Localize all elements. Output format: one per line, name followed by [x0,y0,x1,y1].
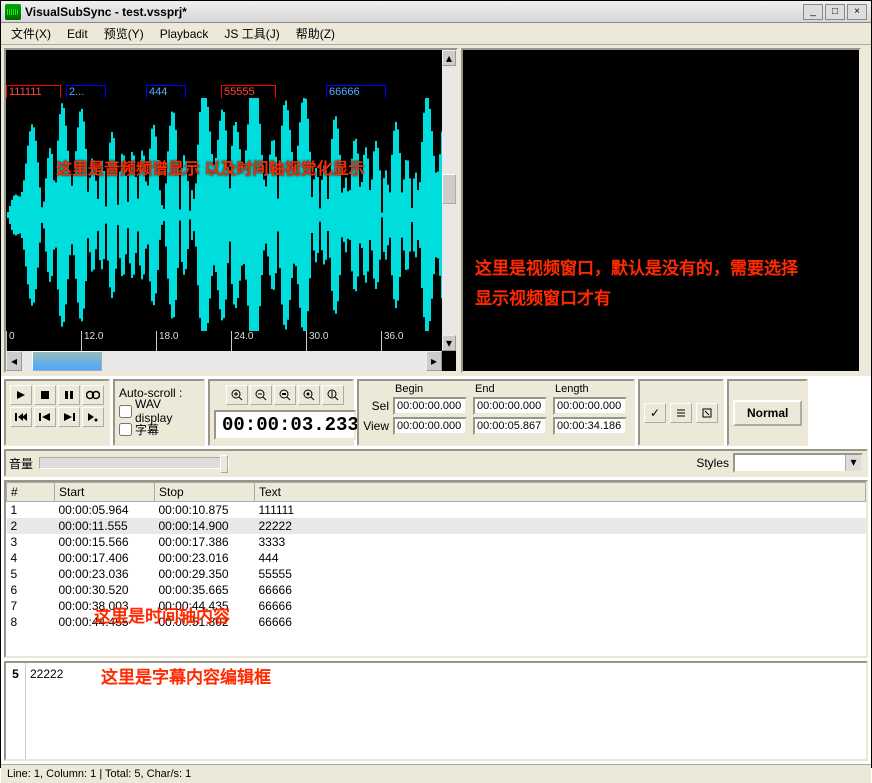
table-row[interactable]: 500:00:23.03600:00:29.35055555 [7,566,866,582]
window-title: VisualSubSync - test.vssprj* [25,5,803,19]
zoom-vertical-button[interactable] [322,385,344,405]
pause-button[interactable] [58,385,80,405]
time-ruler[interactable]: 012.018.024.030.036.0 [6,331,456,351]
end-header: End [473,383,551,395]
ruler-tick: 24.0 [231,331,306,351]
options-icons: ✓ [638,379,724,446]
edit-line-number: 5 [6,663,26,759]
col-stop[interactable]: Stop [155,483,255,502]
view-begin-field[interactable] [393,417,467,435]
scroll-up-icon[interactable]: ▴ [442,50,456,66]
begin-header: Begin [393,383,471,395]
table-row[interactable]: 200:00:11.55500:00:14.90022222 [7,518,866,534]
sel-length-field[interactable] [553,397,627,415]
col-start[interactable]: Start [55,483,155,502]
title-bar: VisualSubSync - test.vssprj* _ □ × [1,1,871,23]
menu-bar: 文件(X)Edit预览(Y)PlaybackJS 工具(J)帮助(Z) [1,23,871,45]
edit-button[interactable] [696,403,718,423]
table-row[interactable]: 300:00:15.56600:00:17.3863333 [7,534,866,550]
video-annotation-1: 这里是视频窗口，默认是没有的，需要选择 [475,255,798,282]
list-annotation: 这里是时间轴内容 [94,602,230,627]
waveform-h-scrollbar[interactable]: ◂ ▸ [6,351,442,371]
styles-label: Styles [696,456,729,470]
close-button[interactable]: × [847,4,867,20]
scroll-left-icon[interactable]: ◂ [6,351,22,371]
loop-button[interactable] [82,385,104,405]
next-frame-button[interactable] [58,407,80,427]
waveform-v-scrollbar[interactable]: ▴ ▾ [442,50,456,351]
editor-annotation: 这里是字幕内容编辑框 [101,663,271,688]
waveform-panel[interactable]: 1111112...4445555566666 这里是音频频谱显示 以及时间轴视… [4,48,458,373]
length-header: Length [553,383,631,395]
col-text[interactable]: Text [255,483,866,502]
transport-controls [4,379,110,446]
menu-x[interactable]: 文件(X) [5,23,57,44]
menu-edit[interactable]: Edit [61,25,94,43]
subtitle-list[interactable]: # Start Stop Text 100:00:05.96400:00:10.… [4,480,868,658]
view-length-field[interactable] [553,417,627,435]
video-annotation-2: 显示视频窗口才有 [475,285,611,312]
minimize-button[interactable]: _ [803,4,823,20]
dropdown-icon[interactable]: ▾ [845,455,861,471]
menu-jsj[interactable]: JS 工具(J) [218,23,285,44]
zoom-out-button[interactable] [250,385,272,405]
subtitle-label: 字幕 [135,421,159,438]
table-row[interactable]: 400:00:17.40600:00:23.016444 [7,550,866,566]
video-panel[interactable]: 这里是视频窗口，默认是没有的，需要选择 显示视频窗口才有 [461,48,861,373]
sel-begin-field[interactable] [393,397,467,415]
volume-label: 音量 [9,455,33,472]
menu-playback[interactable]: Playback [154,25,215,43]
check-button[interactable]: ✓ [644,403,666,423]
prev-sub-button[interactable] [10,407,32,427]
zoom-selection-button[interactable] [274,385,296,405]
scroll-thumb[interactable] [442,174,456,204]
col-number[interactable]: # [7,483,55,502]
zoom-in-button[interactable] [226,385,248,405]
table-row[interactable]: 600:00:30.52000:00:35.66566666 [7,582,866,598]
play-selection-button[interactable] [82,407,104,427]
mode-group: Normal [727,379,808,446]
ruler-tick: 30.0 [306,331,381,351]
view-end-field[interactable] [473,417,547,435]
wav-display-checkbox[interactable] [119,405,132,418]
stop-button[interactable] [34,385,56,405]
waveform-graphic [6,98,446,333]
volume-slider[interactable] [39,457,229,469]
sel-label: Sel [361,399,391,413]
sel-end-field[interactable] [473,397,547,415]
subtitle-editor: 5 这里是字幕内容编辑框 [4,661,868,761]
list-button[interactable] [670,403,692,423]
view-label: View [361,419,391,433]
scroll-thumb[interactable] [32,351,102,371]
waveform-annotation: 这里是音频频谱显示 以及时间轴视觉化显示 [56,155,364,179]
time-display: 00:00:03.233 [214,410,356,440]
ruler-tick: 18.0 [156,331,231,351]
display-options: Auto-scroll : WAV display 字幕 [113,379,205,446]
scroll-right-icon[interactable]: ▸ [426,351,442,371]
ruler-tick: 12.0 [81,331,156,351]
slider-thumb[interactable] [220,455,228,473]
maximize-button[interactable]: □ [825,4,845,20]
normal-mode-button[interactable]: Normal [733,400,802,426]
subtitle-checkbox[interactable] [119,423,132,436]
play-button[interactable] [10,385,32,405]
status-bar: Line: 1, Column: 1 | Total: 5, Char/s: 1 [1,764,871,783]
ruler-tick: 0 [6,331,81,351]
range-display: Begin End Length Sel View [357,379,635,446]
menu-y[interactable]: 预览(Y) [98,23,150,44]
zoom-group: 00:00:03.233 [208,379,354,446]
styles-dropdown[interactable]: ▾ [733,453,863,473]
scroll-down-icon[interactable]: ▾ [442,335,456,351]
menu-z[interactable]: 帮助(Z) [290,23,341,44]
app-icon [5,4,21,20]
zoom-fit-button[interactable] [298,385,320,405]
table-row[interactable]: 100:00:05.96400:00:10.875111111 [7,502,866,519]
prev-frame-button[interactable] [34,407,56,427]
